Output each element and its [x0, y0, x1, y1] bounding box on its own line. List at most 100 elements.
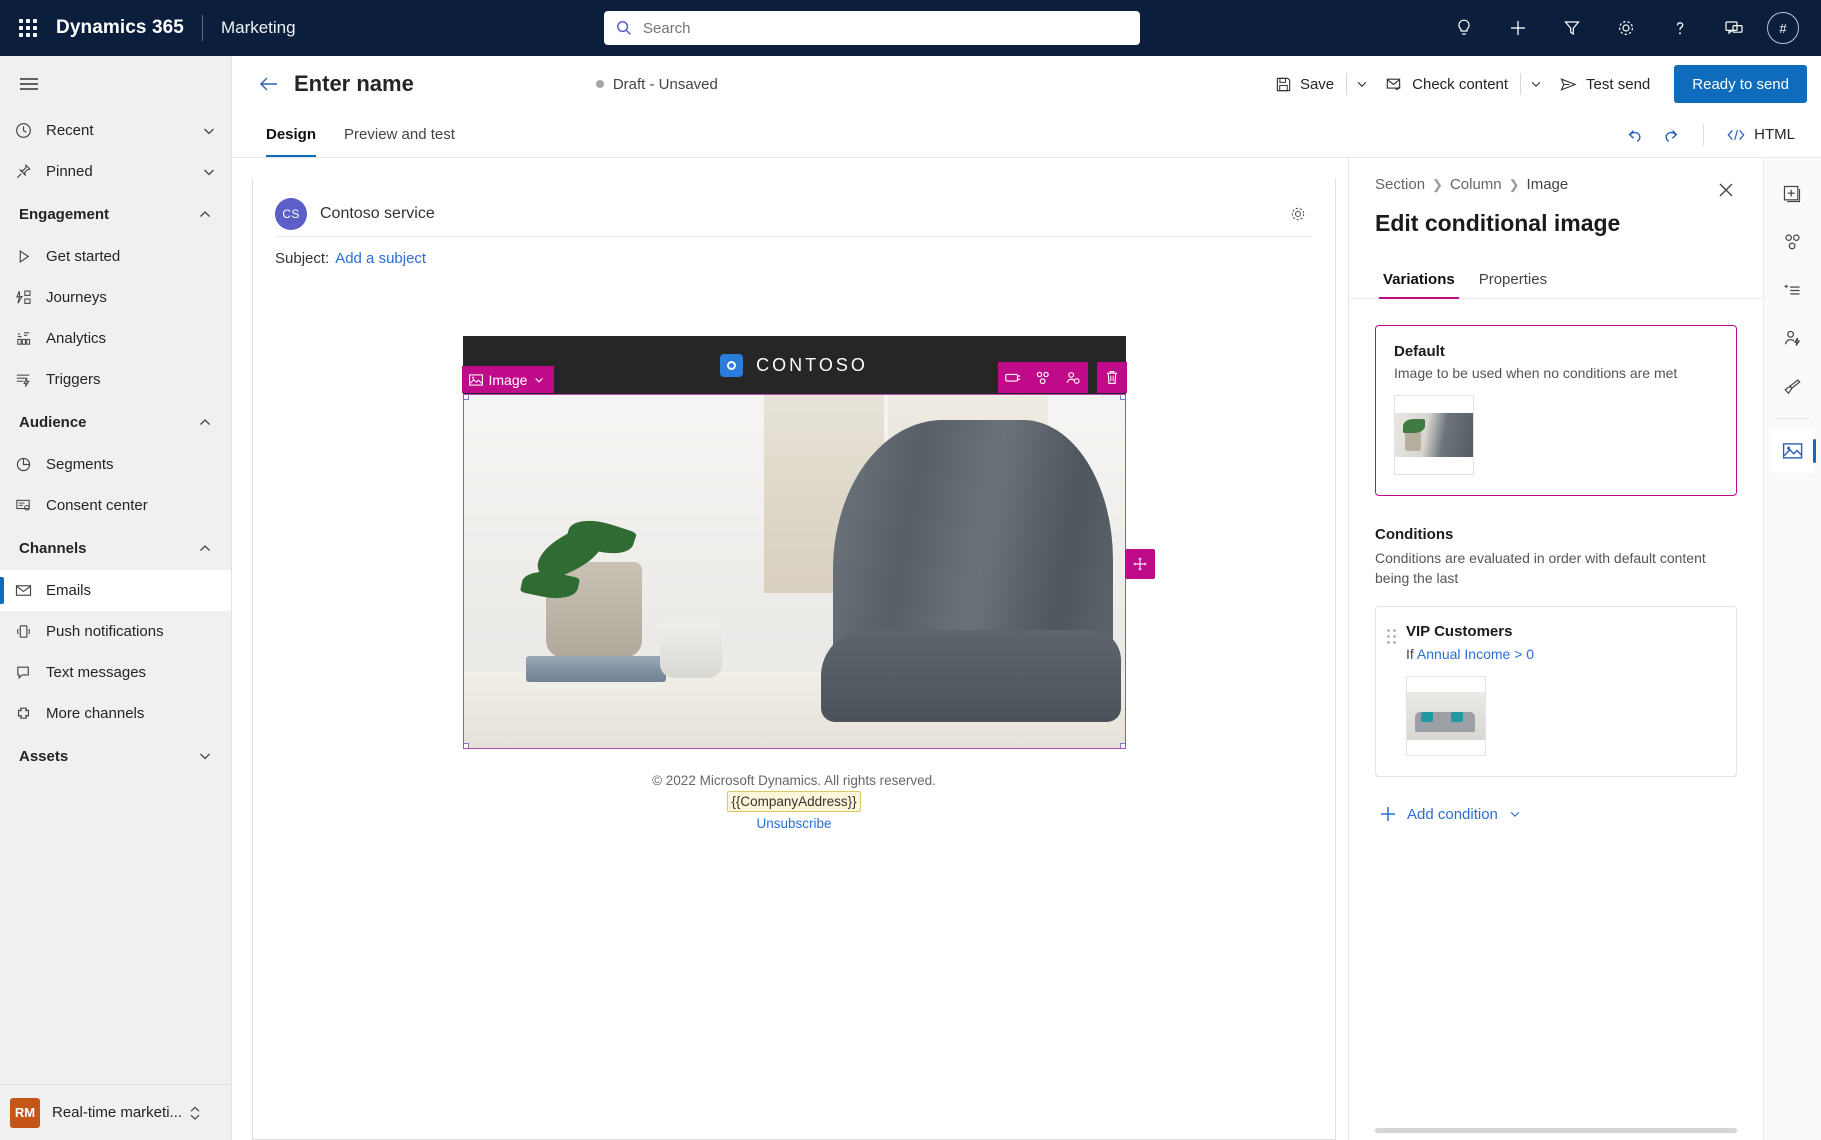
breadcrumb-column[interactable]: Column	[1450, 176, 1502, 193]
resize-handle-top-right[interactable]	[1119, 395, 1125, 400]
delete-button[interactable]	[1096, 362, 1127, 393]
image-block[interactable]: Image	[461, 362, 1155, 749]
sidebar-item-journeys[interactable]: Journeys	[0, 277, 231, 318]
sidebar-item-recent[interactable]: Recent	[0, 110, 231, 151]
back-button[interactable]	[252, 67, 286, 101]
default-variation-card[interactable]: Default Image to be used when no conditi…	[1375, 325, 1737, 496]
personalization-button[interactable]	[1771, 316, 1815, 360]
sidebar-item-pinned[interactable]: Pinned	[0, 151, 231, 192]
sidebar-collapse-button[interactable]	[0, 62, 231, 106]
unsubscribe-link[interactable]: Unsubscribe	[756, 814, 831, 834]
sidebar-item-consent-center[interactable]: Consent center	[0, 485, 231, 526]
branch-button[interactable]	[1771, 220, 1815, 264]
sidebar-item-analytics[interactable]: Analytics	[0, 318, 231, 359]
lightbulb-button[interactable]	[1437, 0, 1491, 56]
undo-button[interactable]	[1617, 118, 1651, 152]
sidebar-item-text-messages[interactable]: Text messages	[0, 652, 231, 693]
ai-content-button[interactable]	[1771, 268, 1815, 312]
app-switcher-label: Real-time marketi...	[52, 1104, 183, 1121]
email-settings-button[interactable]	[1283, 199, 1313, 229]
check-content-options-button[interactable]	[1523, 66, 1549, 102]
conditional-image[interactable]	[462, 394, 1126, 749]
add-condition-button[interactable]: Add condition	[1375, 799, 1737, 829]
breadcrumb-section[interactable]: Section	[1375, 176, 1425, 193]
personalization-icon	[1784, 330, 1801, 346]
condition-field[interactable]: Annual Income	[1417, 646, 1510, 662]
help-button[interactable]	[1653, 0, 1707, 56]
condition-card[interactable]: VIP Customers If Annual Income > 0	[1375, 606, 1737, 778]
page-title[interactable]: Enter name	[294, 71, 414, 97]
save-button[interactable]: Save	[1265, 66, 1344, 102]
sidebar-item-segments[interactable]: Segments	[0, 444, 231, 485]
tab-variations[interactable]: Variations	[1375, 263, 1463, 299]
feedback-icon	[1725, 21, 1743, 35]
resize-handle-bottom-right[interactable]	[1119, 743, 1125, 748]
sidebar-item-more-channels[interactable]: More channels	[0, 693, 231, 734]
resize-handle-top-left[interactable]	[463, 395, 469, 400]
chevron-up-icon	[197, 414, 213, 430]
chevron-down-icon	[535, 377, 544, 383]
tab-properties[interactable]: Properties	[1471, 263, 1555, 298]
image-tool-button[interactable]	[1770, 429, 1816, 473]
new-button[interactable]	[1491, 0, 1545, 56]
sidebar-group-channels[interactable]: Channels	[0, 526, 231, 570]
html-button[interactable]: HTML	[1718, 118, 1803, 152]
sidebar-item-push-notifications[interactable]: Push notifications	[0, 611, 231, 652]
top-navigation-bar: Dynamics 365 Marketing Search #	[0, 0, 1821, 56]
filter-button[interactable]	[1545, 0, 1599, 56]
close-panel-button[interactable]	[1711, 175, 1741, 205]
sidebar-item-emails[interactable]: Emails	[0, 570, 231, 611]
panel-tabs: Variations Properties	[1349, 263, 1763, 299]
email-footer: © 2022 Microsoft Dynamics. All rights re…	[463, 749, 1126, 835]
sidebar: Recent Pinned Engagement Get started Jou…	[0, 56, 232, 1140]
feedback-button[interactable]	[1707, 0, 1761, 56]
app-launcher-button[interactable]	[0, 0, 56, 56]
resize-handle-bottom-left[interactable]	[463, 743, 469, 748]
add-element-button[interactable]	[1771, 172, 1815, 216]
move-handle[interactable]	[1124, 549, 1155, 579]
ready-to-send-button[interactable]: Ready to send	[1674, 65, 1807, 103]
app-switcher[interactable]: RM Real-time marketi...	[0, 1084, 231, 1140]
personalization-button[interactable]	[1057, 362, 1088, 393]
user-avatar[interactable]: #	[1767, 12, 1799, 44]
panel-header: Section ❯ Column ❯ Image Edit conditiona…	[1349, 158, 1763, 237]
footer-copyright: © 2022 Microsoft Dynamics. All rights re…	[652, 773, 936, 788]
status-label: Draft - Unsaved	[612, 75, 718, 93]
chevron-updown-icon	[188, 1104, 202, 1122]
divider	[1703, 123, 1705, 146]
redo-button[interactable]	[1655, 118, 1689, 152]
breadcrumb-image[interactable]: Image	[1527, 176, 1569, 193]
global-search[interactable]	[604, 11, 1140, 45]
block-type-tag[interactable]: Image	[461, 366, 555, 393]
tab-preview-and-test[interactable]: Preview and test	[330, 112, 469, 157]
drag-handle-icon[interactable]	[1387, 629, 1396, 645]
add-condition-label: Add condition	[1407, 805, 1498, 823]
test-send-button[interactable]: Test send	[1549, 66, 1660, 102]
search-input[interactable]	[641, 18, 1128, 38]
sidebar-group-engagement[interactable]: Engagement	[0, 192, 231, 236]
sms-icon	[14, 663, 46, 682]
company-address-token[interactable]: {{CompanyAddress}}	[727, 790, 861, 813]
save-options-button[interactable]	[1349, 66, 1375, 102]
gear-icon	[1291, 207, 1305, 221]
app-root: Dynamics 365 Marketing Search # Recent P…	[0, 0, 1821, 1140]
sidebar-group-audience[interactable]: Audience	[0, 400, 231, 444]
conditional-content-button[interactable]	[1027, 362, 1058, 393]
analytics-icon	[14, 329, 46, 348]
styles-button[interactable]	[1771, 364, 1815, 408]
layers-button[interactable]	[997, 362, 1028, 393]
panel-horizontal-scrollbar[interactable]	[1375, 1128, 1737, 1133]
breadcrumb: Section ❯ Column ❯ Image	[1375, 176, 1741, 193]
settings-button[interactable]	[1599, 0, 1653, 56]
add-subject-link[interactable]: Add a subject	[335, 250, 426, 267]
sidebar-group-assets[interactable]: Assets	[0, 734, 231, 778]
sidebar-item-get-started[interactable]: Get started	[0, 236, 231, 277]
plus-icon	[1381, 807, 1395, 822]
check-content-button[interactable]: Check content	[1375, 66, 1518, 102]
tab-design[interactable]: Design	[252, 112, 330, 157]
default-thumbnail[interactable]	[1394, 395, 1474, 475]
sidebar-item-triggers[interactable]: Triggers	[0, 359, 231, 400]
panel-tab-label: Properties	[1478, 271, 1548, 288]
contoso-wordmark: CONTOSO	[756, 354, 868, 375]
condition-thumbnail[interactable]	[1406, 676, 1486, 757]
